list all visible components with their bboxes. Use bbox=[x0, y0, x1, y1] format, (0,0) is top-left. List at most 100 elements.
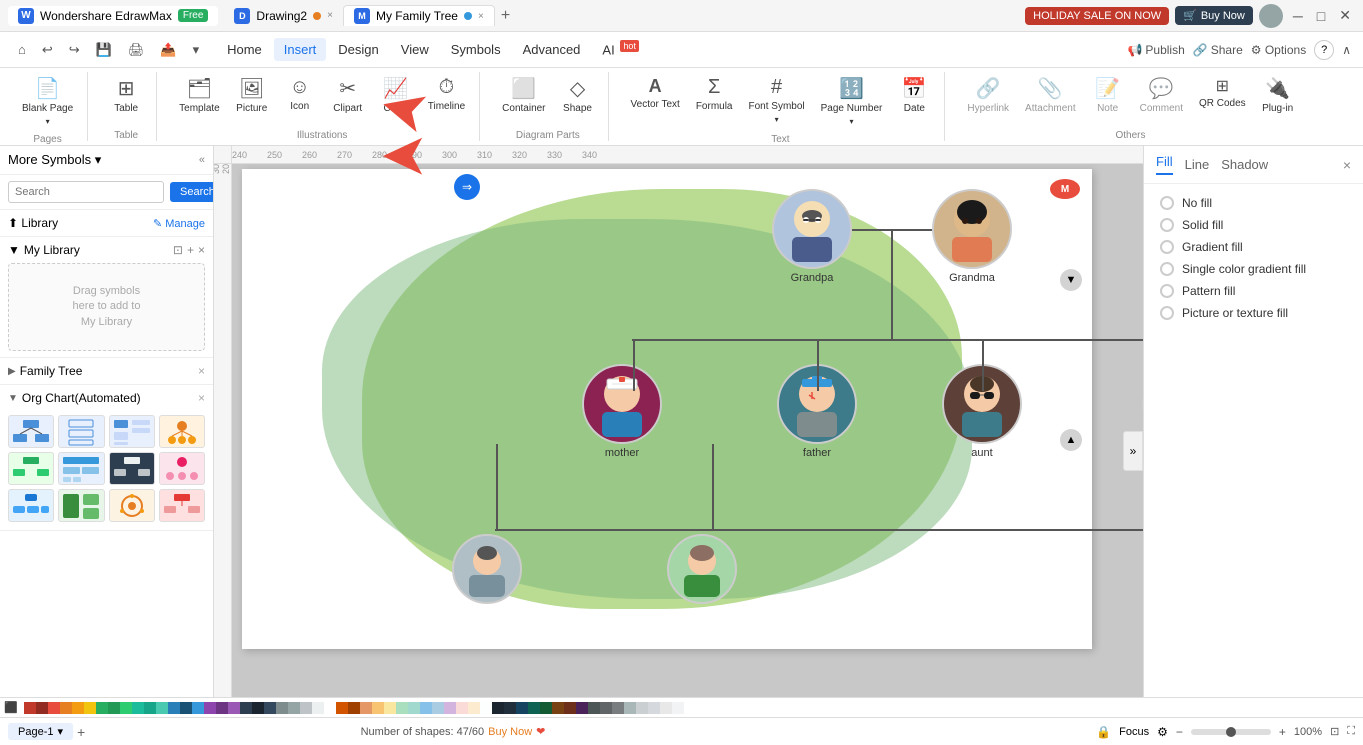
tab-family-tree[interactable]: M My Family Tree × bbox=[343, 5, 495, 26]
color-swatch[interactable] bbox=[636, 702, 648, 714]
zoom-slider[interactable] bbox=[1191, 729, 1271, 735]
template-thumb-12[interactable] bbox=[159, 489, 205, 522]
buy-now-button[interactable]: 🛒 Buy Now bbox=[1175, 6, 1253, 25]
color-swatch[interactable] bbox=[444, 702, 456, 714]
hyperlink-button[interactable]: 🔗 Hyperlink bbox=[961, 72, 1015, 119]
color-swatch[interactable] bbox=[84, 702, 96, 714]
icon-button[interactable]: ☺ Icon bbox=[278, 72, 322, 117]
minimize-button[interactable]: ─ bbox=[1289, 8, 1307, 24]
palette-fill-button[interactable]: ⬛ bbox=[4, 701, 18, 714]
page-number-button[interactable]: 🔢 Page Number ▾ bbox=[815, 72, 889, 130]
share-button[interactable]: 🔗 Share bbox=[1193, 43, 1243, 57]
color-swatch[interactable] bbox=[96, 702, 108, 714]
color-swatch[interactable] bbox=[204, 702, 216, 714]
color-swatch[interactable] bbox=[672, 702, 684, 714]
color-swatch[interactable] bbox=[372, 702, 384, 714]
scroll-down-indicator[interactable]: ▼ bbox=[1060, 269, 1082, 291]
color-swatch[interactable] bbox=[564, 702, 576, 714]
chart-button[interactable]: 📈 Chart bbox=[374, 72, 418, 119]
close-button[interactable]: ✕ bbox=[1335, 7, 1355, 24]
color-swatch[interactable] bbox=[432, 702, 444, 714]
comment-button[interactable]: 💬 Comment bbox=[1134, 72, 1189, 119]
note-button[interactable]: 📝 Note bbox=[1086, 72, 1130, 119]
color-swatch[interactable] bbox=[516, 702, 528, 714]
font-symbol-button[interactable]: # Font Symbol ▾ bbox=[743, 72, 811, 128]
color-swatch[interactable] bbox=[396, 702, 408, 714]
template-button[interactable]: 🗂 Template bbox=[173, 72, 226, 119]
help-button[interactable]: ? bbox=[1314, 40, 1334, 60]
template-thumb-11[interactable] bbox=[109, 489, 155, 522]
color-swatch[interactable] bbox=[384, 702, 396, 714]
menu-view[interactable]: View bbox=[391, 38, 439, 61]
color-swatch[interactable] bbox=[120, 702, 132, 714]
shadow-tab[interactable]: Shadow bbox=[1221, 157, 1268, 172]
color-swatch[interactable] bbox=[276, 702, 288, 714]
org-chart-close[interactable]: × bbox=[198, 391, 205, 405]
mother-node[interactable]: mother bbox=[582, 364, 662, 459]
color-swatch[interactable] bbox=[24, 702, 36, 714]
user-avatar[interactable] bbox=[1259, 4, 1283, 28]
template-thumb-6[interactable] bbox=[58, 452, 104, 485]
color-swatch[interactable] bbox=[612, 702, 624, 714]
color-swatch[interactable] bbox=[552, 702, 564, 714]
menu-design[interactable]: Design bbox=[328, 38, 388, 61]
close-right-panel-button[interactable]: × bbox=[1343, 157, 1351, 173]
color-swatch[interactable] bbox=[132, 702, 144, 714]
color-swatch[interactable] bbox=[72, 702, 84, 714]
date-button[interactable]: 📅 Date bbox=[892, 72, 936, 119]
nav-forward-button[interactable]: ↪ bbox=[63, 40, 86, 60]
color-swatch[interactable] bbox=[252, 702, 264, 714]
template-thumb-8[interactable] bbox=[159, 452, 205, 485]
color-swatch[interactable] bbox=[144, 702, 156, 714]
maximize-button[interactable]: □ bbox=[1313, 8, 1329, 24]
menu-symbols[interactable]: Symbols bbox=[441, 38, 511, 61]
vector-text-button[interactable]: A Vector Text bbox=[625, 72, 686, 115]
container-button[interactable]: ⬜ Container bbox=[496, 72, 551, 119]
color-swatch[interactable] bbox=[60, 702, 72, 714]
grandpa-node[interactable]: Grandpa bbox=[772, 189, 852, 284]
color-swatch[interactable] bbox=[36, 702, 48, 714]
color-swatch[interactable] bbox=[312, 702, 324, 714]
org-chart-header[interactable]: ▼ Org Chart(Automated) × bbox=[0, 385, 213, 411]
color-swatch[interactable] bbox=[348, 702, 360, 714]
menu-ai[interactable]: AI hot bbox=[592, 37, 648, 61]
shape-button[interactable]: ◇ Shape bbox=[556, 72, 600, 119]
color-swatch[interactable] bbox=[336, 702, 348, 714]
blank-page-button[interactable]: 📄 Blank Page ▾ bbox=[16, 72, 79, 130]
holiday-button[interactable]: HOLIDAY SALE ON NOW bbox=[1025, 7, 1169, 25]
color-swatch[interactable] bbox=[648, 702, 660, 714]
color-swatch[interactable] bbox=[288, 702, 300, 714]
qr-codes-button[interactable]: ⊞ QR Codes bbox=[1193, 72, 1252, 114]
template-thumb-1[interactable] bbox=[8, 415, 54, 448]
color-swatch[interactable] bbox=[108, 702, 120, 714]
color-swatch[interactable] bbox=[528, 702, 540, 714]
picture-button[interactable]: 🖼 Picture bbox=[230, 72, 274, 119]
settings-icon[interactable]: ⚙ bbox=[1157, 725, 1168, 739]
nav-back-button[interactable]: ↩ bbox=[36, 40, 59, 60]
options-button[interactable]: ⚙ Options bbox=[1251, 43, 1306, 57]
color-swatch[interactable] bbox=[360, 702, 372, 714]
smart-panel-button[interactable]: ⇒ bbox=[454, 174, 480, 200]
formula-button[interactable]: Σ Formula bbox=[690, 72, 739, 117]
scroll-up-indicator[interactable]: ▲ bbox=[1060, 429, 1082, 451]
line-tab[interactable]: Line bbox=[1185, 157, 1210, 172]
color-swatch[interactable] bbox=[168, 702, 180, 714]
color-swatch[interactable] bbox=[480, 702, 492, 714]
family-tree-header[interactable]: ▶ Family Tree × bbox=[0, 358, 213, 384]
table-button[interactable]: ⊞ Table bbox=[104, 72, 148, 119]
manage-button[interactable]: ✎ Manage bbox=[153, 217, 205, 230]
plugin-button[interactable]: 🔌 Plug-in bbox=[1256, 72, 1300, 119]
color-swatch[interactable] bbox=[192, 702, 204, 714]
canvas-page[interactable]: Grandpa Grand bbox=[242, 169, 1092, 649]
tab-close-family-tree[interactable]: × bbox=[478, 11, 484, 22]
family-tree-close[interactable]: × bbox=[198, 364, 205, 378]
grandma-node[interactable]: Grandma bbox=[932, 189, 1012, 284]
fill-option-no-fill[interactable]: No fill bbox=[1152, 192, 1355, 214]
my-library-export-button[interactable]: ⊡ bbox=[173, 243, 183, 257]
color-swatch[interactable] bbox=[240, 702, 252, 714]
child-1-node[interactable] bbox=[452, 534, 522, 604]
fullscreen-button[interactable]: ⛶ bbox=[1347, 725, 1355, 738]
color-swatch[interactable] bbox=[228, 702, 240, 714]
page-tab[interactable]: Page-1 ▾ bbox=[8, 723, 73, 740]
timeline-button[interactable]: ⏱ Timeline bbox=[422, 72, 471, 117]
